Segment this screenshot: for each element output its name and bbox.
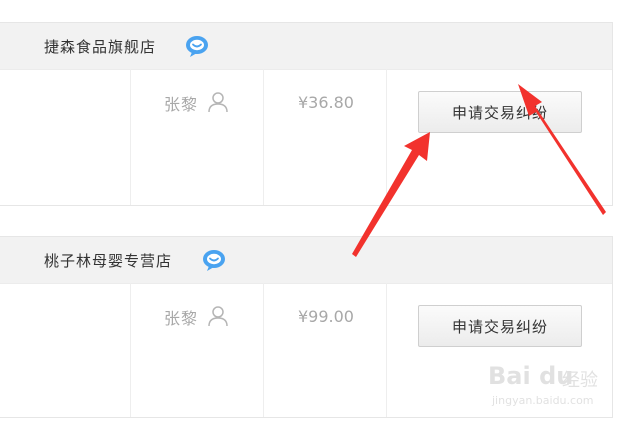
order-price: ¥36.80 [298, 93, 354, 112]
person-outline-icon[interactable] [207, 305, 229, 327]
apply-dispute-button[interactable]: 申请交易纠纷 [418, 91, 582, 133]
shop-name-link[interactable]: 桃子林母婴专营店 [44, 250, 172, 271]
apply-dispute-button[interactable]: 申请交易纠纷 [418, 305, 582, 347]
chat-bubble-icon[interactable] [201, 248, 227, 272]
order-card: 捷森食品旗舰店 张黎 ¥36.80 申请交易纠纷 [0, 22, 613, 206]
chat-bubble-icon[interactable] [184, 34, 210, 58]
column-divider [130, 69, 131, 205]
column-divider [263, 283, 264, 417]
shop-name-link[interactable]: 捷森食品旗舰店 [44, 36, 156, 57]
buyer-name: 张黎 [164, 95, 199, 114]
column-divider [263, 69, 264, 205]
order-price: ¥99.00 [298, 307, 354, 326]
column-divider [130, 283, 131, 417]
shop-header: 桃子林母婴专营店 [0, 236, 613, 284]
watermark-url: jingyan.baidu.com [492, 394, 594, 407]
watermark-text: 经验 [562, 370, 598, 391]
watermark-logo: Bai du [488, 362, 574, 390]
column-divider [386, 69, 387, 205]
shop-header: 捷森食品旗舰店 [0, 22, 613, 70]
buyer-name: 张黎 [164, 309, 199, 328]
column-divider [386, 283, 387, 417]
person-outline-icon[interactable] [207, 91, 229, 113]
order-body: 张黎 ¥36.80 申请交易纠纷 [0, 69, 613, 206]
baidu-jingyan-watermark: Bai du 经验 jingyan.baidu.com [488, 362, 618, 412]
